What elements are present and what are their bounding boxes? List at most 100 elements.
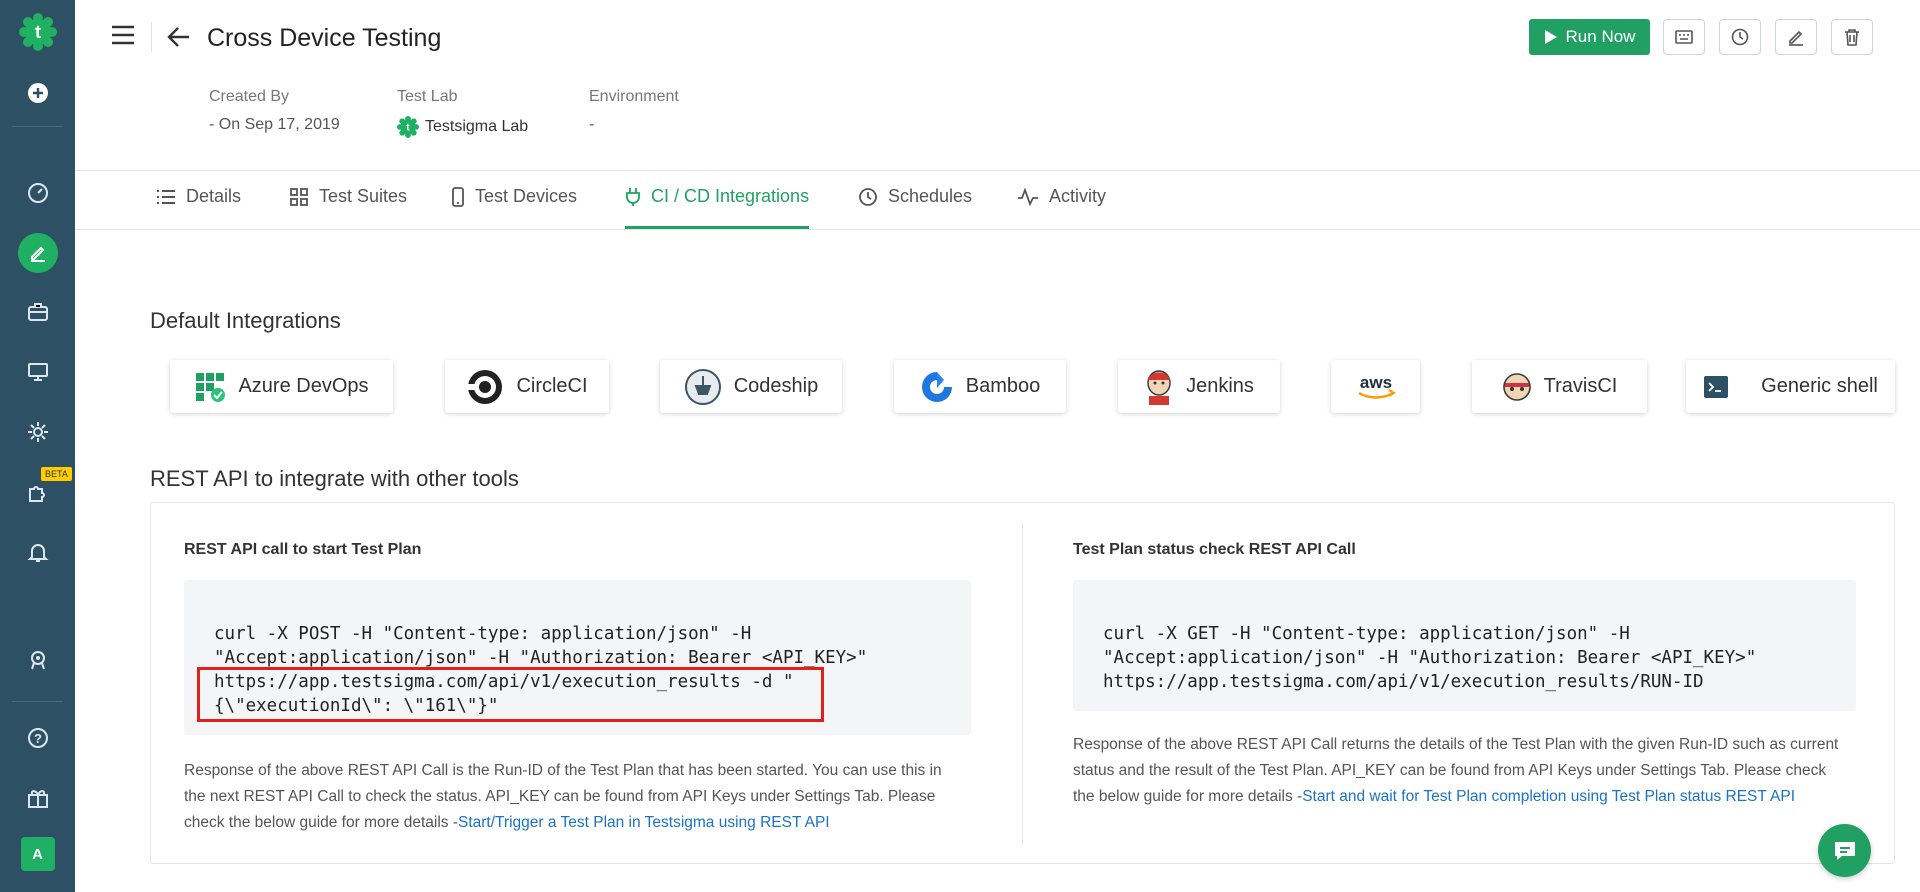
- panel-divider: [1022, 524, 1023, 844]
- svg-text:t: t: [406, 122, 410, 133]
- gift-icon[interactable]: [0, 785, 75, 811]
- clock-icon: [1731, 28, 1749, 46]
- edit-button[interactable]: [1775, 19, 1817, 55]
- tab-label: Test Devices: [475, 186, 578, 206]
- pencil-icon: [17, 233, 58, 273]
- tab-schedules[interactable]: Schedules: [858, 186, 972, 207]
- integration-label: Azure DevOps: [238, 375, 369, 397]
- sidebar-divider: [12, 701, 63, 702]
- settings-icon[interactable]: [0, 419, 75, 445]
- page-title: Cross Device Testing: [207, 24, 442, 52]
- tab-test-devices[interactable]: Test Devices: [451, 186, 577, 207]
- code-line: curl -X POST -H "Content-type: applicati…: [214, 624, 752, 644]
- run-now-label: Run Now: [1565, 27, 1636, 46]
- code-line: curl -X GET -H "Content-type: applicatio…: [1103, 624, 1630, 644]
- created-by-label: Created By: [209, 88, 290, 105]
- integration-bamboo[interactable]: Bamboo: [894, 360, 1066, 413]
- tabs-border-top: [75, 170, 1920, 171]
- code-line: https://app.testsigma.com/api/v1/executi…: [1103, 672, 1704, 692]
- description-line: check the below guide for more details -: [184, 814, 458, 831]
- menu-icon[interactable]: [111, 24, 135, 51]
- tab-activity[interactable]: Activity: [1017, 186, 1106, 207]
- testsigma-logo-icon: t: [397, 116, 419, 138]
- integration-codeship[interactable]: Codeship: [660, 360, 842, 413]
- list-icon: [157, 189, 175, 204]
- header-divider: [151, 22, 152, 52]
- default-integrations-title: Default Integrations: [150, 308, 341, 333]
- integration-azure-devops[interactable]: Azure DevOps: [170, 360, 393, 413]
- tab-test-suites[interactable]: Test Suites: [289, 186, 407, 207]
- pencil-icon: [1789, 30, 1803, 46]
- run-now-button[interactable]: Run Now: [1529, 19, 1650, 55]
- integration-label: Bamboo: [965, 375, 1041, 397]
- svg-text:?: ?: [34, 731, 42, 746]
- back-arrow-icon[interactable]: [167, 26, 191, 53]
- rest-api-title: REST API to integrate with other tools: [150, 466, 519, 491]
- test-lab-value: t Testsigma Lab: [397, 116, 528, 138]
- monitor-icon[interactable]: [0, 359, 75, 385]
- mobile-icon: [452, 186, 464, 207]
- start-test-plan-description: Response of the above REST API Call is t…: [184, 758, 984, 836]
- codeship-icon: [684, 368, 721, 405]
- keyboard-icon: [1675, 30, 1693, 44]
- circleci-icon: [468, 369, 503, 404]
- status-check-code[interactable]: curl -X GET -H "Content-type: applicatio…: [1073, 580, 1856, 711]
- description-line: Response of the above REST API Call retu…: [1073, 736, 1839, 753]
- jenkins-icon: [1147, 369, 1171, 405]
- tab-label: Schedules: [888, 186, 973, 206]
- code-line: "Accept:application/json" -H "Authorizat…: [1103, 648, 1757, 668]
- travisci-icon: [1502, 372, 1531, 401]
- avatar-initial: A: [20, 837, 55, 871]
- sidebar-divider: [12, 126, 63, 127]
- help-icon[interactable]: ?: [0, 725, 75, 751]
- help-center-icon[interactable]: [0, 647, 75, 673]
- trash-icon: [1845, 29, 1859, 46]
- user-avatar[interactable]: A: [0, 837, 75, 871]
- description-line: the below guide for more details -: [1073, 788, 1303, 805]
- delete-button[interactable]: [1831, 19, 1873, 55]
- integration-label: Jenkins: [1186, 375, 1254, 397]
- test-lab-name: Testsigma Lab: [425, 118, 529, 135]
- clock-icon: [859, 187, 877, 206]
- shell-icon: [1704, 375, 1729, 398]
- integration-label: TravisCI: [1543, 375, 1618, 397]
- status-check-guide-link[interactable]: Start and wait for Test Plan completion …: [1302, 788, 1795, 805]
- chat-icon: [1834, 841, 1855, 860]
- chat-button[interactable]: [1818, 824, 1871, 877]
- tab-label: CI / CD Integrations: [651, 186, 810, 206]
- integration-travisci[interactable]: TravisCI: [1472, 360, 1647, 413]
- sidebar: t BETA ? A: [0, 0, 75, 892]
- start-trigger-guide-link[interactable]: Start/Trigger a Test Plan in Testsigma u…: [458, 814, 830, 831]
- tab-details[interactable]: Details: [156, 186, 241, 207]
- sidebar-item-test-development[interactable]: [0, 231, 75, 275]
- svg-text:t: t: [35, 22, 41, 42]
- add-icon[interactable]: [0, 80, 75, 106]
- bamboo-icon: [921, 371, 952, 402]
- integration-label: CircleCI: [516, 375, 588, 397]
- start-test-plan-title: REST API call to start Test Plan: [184, 541, 422, 558]
- activity-icon: [1018, 187, 1038, 206]
- aws-icon: aws: [1357, 373, 1396, 399]
- testsigma-logo-icon[interactable]: t: [0, 12, 75, 52]
- tab-label: Test Suites: [319, 186, 408, 206]
- integration-jenkins[interactable]: Jenkins: [1118, 360, 1280, 413]
- schedule-button[interactable]: [1719, 19, 1761, 55]
- puzzle-icon[interactable]: [0, 479, 75, 505]
- integration-label: Generic shell: [1761, 375, 1878, 397]
- environment-value: -: [589, 116, 595, 133]
- tab-label: Activity: [1049, 186, 1107, 206]
- dashboard-icon[interactable]: [0, 180, 75, 206]
- briefcase-icon[interactable]: [0, 299, 75, 325]
- integration-generic-shell[interactable]: Generic shell: [1686, 360, 1895, 413]
- integration-label: Codeship: [733, 375, 819, 397]
- created-by-value: - On Sep 17, 2019: [209, 116, 340, 133]
- description-line: status and the result of the Test Plan. …: [1073, 762, 1827, 779]
- integration-aws[interactable]: aws: [1331, 360, 1420, 413]
- bell-icon[interactable]: [0, 539, 75, 565]
- azure-devops-icon: [196, 372, 226, 402]
- tab-ci-cd-integrations[interactable]: CI / CD Integrations: [625, 186, 809, 207]
- aws-wordmark: aws: [1359, 373, 1391, 392]
- keyboard-button[interactable]: [1663, 19, 1705, 55]
- description-line: the next REST API Call to check the stat…: [184, 788, 936, 805]
- integration-circleci[interactable]: CircleCI: [445, 360, 609, 413]
